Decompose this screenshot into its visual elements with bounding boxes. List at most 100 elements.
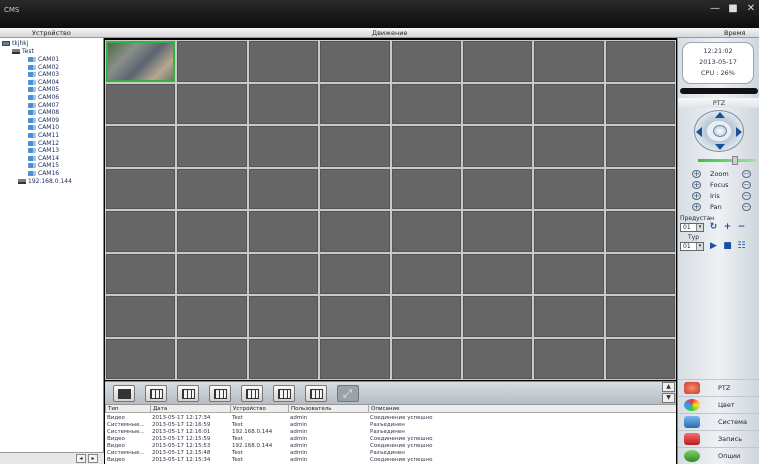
video-cell-7-8[interactable]: [605, 296, 675, 337]
scroll-up-button[interactable]: ▲: [662, 382, 675, 392]
scroll-left-button[interactable]: ◂: [76, 454, 86, 463]
video-cell-6-8[interactable]: [605, 253, 675, 294]
video-cell-8-8[interactable]: [605, 338, 675, 379]
preset-add-button[interactable]: +: [722, 222, 733, 232]
video-cell-4-5[interactable]: [391, 168, 461, 209]
tree-device-192-168-0-144[interactable]: 192.168.0.144: [18, 178, 72, 186]
video-cell-1-2[interactable]: [177, 41, 247, 82]
video-cell-2-1[interactable]: [106, 83, 176, 124]
video-cell-7-7[interactable]: [534, 296, 604, 337]
video-cell-4-6[interactable]: [462, 168, 533, 209]
layout-9-button[interactable]: [177, 385, 199, 402]
ptz-center-button[interactable]: [713, 125, 727, 137]
video-cell-5-5[interactable]: [391, 211, 461, 252]
ptz-speed-slider[interactable]: [698, 156, 756, 165]
scroll-right-button[interactable]: ▸: [88, 454, 98, 463]
video-cell-4-8[interactable]: [605, 168, 675, 209]
video-cell-5-8[interactable]: [605, 211, 675, 252]
ptz-zoom-out-button[interactable]: −: [742, 170, 751, 178]
video-cell-3-5[interactable]: [391, 126, 461, 167]
video-cell-4-3[interactable]: [248, 168, 319, 209]
fullscreen-button[interactable]: ⤢: [337, 385, 359, 402]
layout-25-button[interactable]: [241, 385, 263, 402]
event-log-table[interactable]: Тип Дата Устройство Пользователь Описани…: [105, 404, 676, 464]
ptz-up-arrow-icon[interactable]: [715, 112, 725, 118]
video-cell-1-8[interactable]: [605, 41, 675, 82]
minimize-button[interactable]: —: [708, 3, 722, 15]
ptz-left-arrow-icon[interactable]: [696, 127, 702, 137]
ptz-iris-out-button[interactable]: −: [742, 192, 751, 200]
video-cell-6-5[interactable]: [391, 253, 461, 294]
video-cell-3-7[interactable]: [534, 126, 604, 167]
ptz-pan-in-button[interactable]: +: [692, 203, 701, 211]
layout-16-button[interactable]: [209, 385, 231, 402]
video-cell-6-1[interactable]: [106, 253, 176, 294]
menu-system-button[interactable]: Система: [678, 413, 759, 429]
video-cell-4-7[interactable]: [534, 168, 604, 209]
video-cell-1-6[interactable]: [462, 41, 533, 82]
video-cell-2-6[interactable]: [462, 83, 533, 124]
maximize-button[interactable]: ■: [726, 3, 740, 15]
scroll-down-button[interactable]: ▼: [662, 393, 675, 403]
close-button[interactable]: ✕: [744, 3, 758, 15]
video-cell-5-6[interactable]: [462, 211, 533, 252]
tour-stop-button[interactable]: ■: [722, 241, 733, 251]
video-cell-4-4[interactable]: [320, 168, 390, 209]
video-cell-7-1[interactable]: [106, 296, 176, 337]
ptz-right-arrow-icon[interactable]: [736, 127, 742, 137]
tree-root[interactable]: tkjhkj: [2, 40, 28, 48]
log-col-description[interactable]: Описание: [368, 405, 676, 413]
video-cell-6-4[interactable]: [320, 253, 390, 294]
video-cell-1-4[interactable]: [320, 41, 390, 82]
video-cell-7-5[interactable]: [391, 296, 461, 337]
video-cell-8-5[interactable]: [391, 338, 461, 379]
video-cell-1-1[interactable]: [106, 41, 176, 82]
video-cell-3-1[interactable]: [106, 126, 176, 167]
video-cell-7-6[interactable]: [462, 296, 533, 337]
layout-64-button[interactable]: [305, 385, 327, 402]
video-cell-8-2[interactable]: [177, 338, 247, 379]
video-cell-2-7[interactable]: [534, 83, 604, 124]
menu-color-button[interactable]: Цвет: [678, 396, 759, 412]
video-cell-8-1[interactable]: [106, 338, 176, 379]
ptz-focus-in-button[interactable]: +: [692, 181, 701, 189]
video-cell-3-8[interactable]: [605, 126, 675, 167]
video-cell-8-7[interactable]: [534, 338, 604, 379]
tour-list-button[interactable]: ☷: [736, 241, 747, 251]
menu-ptz-button[interactable]: PTZ: [678, 379, 759, 395]
video-cell-6-3[interactable]: [248, 253, 319, 294]
ptz-zoom-in-button[interactable]: +: [692, 170, 701, 178]
video-cell-1-5[interactable]: [391, 41, 461, 82]
video-cell-3-6[interactable]: [462, 126, 533, 167]
video-cell-7-2[interactable]: [177, 296, 247, 337]
video-cell-6-2[interactable]: [177, 253, 247, 294]
video-cell-2-8[interactable]: [605, 83, 675, 124]
video-cell-5-2[interactable]: [177, 211, 247, 252]
video-cell-8-4[interactable]: [320, 338, 390, 379]
video-grid[interactable]: [105, 40, 676, 380]
video-cell-6-7[interactable]: [534, 253, 604, 294]
device-tree[interactable]: tkjhkj Test CAM01 CAM02 CAM03 CAM04 CAM05 CAM…: [0, 38, 104, 452]
log-col-type[interactable]: Тип: [105, 405, 150, 413]
video-cell-4-1[interactable]: [106, 168, 176, 209]
tree-group-test[interactable]: Test: [12, 48, 34, 56]
video-cell-5-1[interactable]: [106, 211, 176, 252]
menu-options-button[interactable]: Опции: [678, 447, 759, 463]
video-cell-2-3[interactable]: [248, 83, 319, 124]
preset-select[interactable]: 01 ▾: [680, 223, 704, 232]
video-cell-7-4[interactable]: [320, 296, 390, 337]
video-cell-5-4[interactable]: [320, 211, 390, 252]
video-cell-4-2[interactable]: [177, 168, 247, 209]
ptz-joystick[interactable]: [694, 110, 744, 152]
video-cell-5-3[interactable]: [248, 211, 319, 252]
log-col-date[interactable]: Дата: [150, 405, 230, 413]
volume-slider[interactable]: [680, 88, 758, 94]
tour-play-button[interactable]: ▶: [708, 241, 719, 251]
tour-select[interactable]: 01 ▾: [680, 242, 704, 251]
video-cell-1-7[interactable]: [534, 41, 604, 82]
ptz-pan-out-button[interactable]: −: [742, 203, 751, 211]
video-cell-2-2[interactable]: [177, 83, 247, 124]
video-cell-1-3[interactable]: [248, 41, 319, 82]
video-cell-3-4[interactable]: [320, 126, 390, 167]
log-col-user[interactable]: Пользователь: [288, 405, 368, 413]
